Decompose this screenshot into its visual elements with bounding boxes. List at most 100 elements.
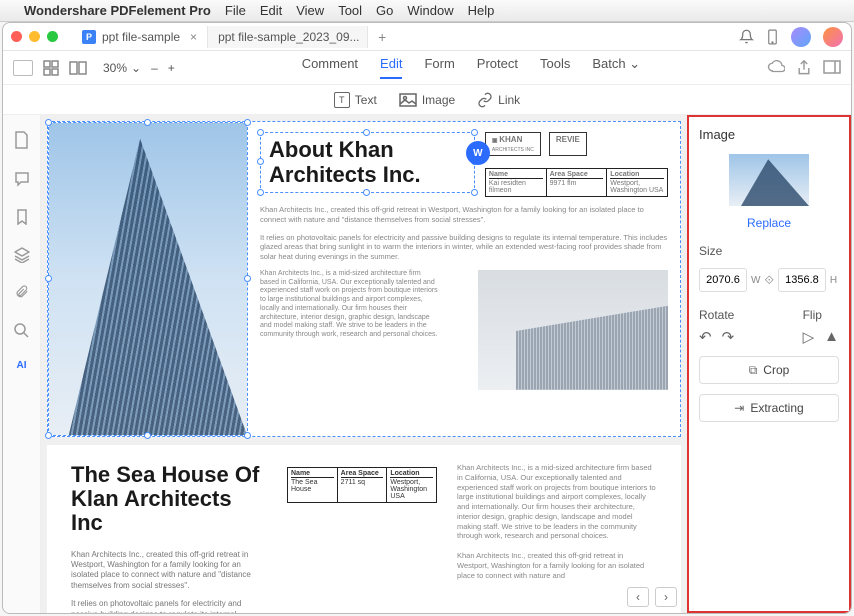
info-table-2: NameThe Sea House Area Space2711 sq Loca… [287,467,437,503]
edit-text-button[interactable]: TText [334,92,377,108]
small-text-1: Khan Architects Inc., is a mid-sized arc… [260,270,440,340]
chevron-down-icon[interactable]: ⌄ [131,61,141,75]
prev-page-button[interactable]: ‹ [627,587,649,607]
app-window: P ppt file-sample × ppt file-sample_2023… [2,22,852,614]
bell-icon[interactable] [739,29,754,44]
rotate-label: Rotate [699,308,734,322]
avatar-1[interactable] [791,27,811,47]
selected-image[interactable] [48,122,248,436]
file-icon: P [82,30,96,44]
tab-file-1[interactable]: P ppt file-sample × [72,26,208,48]
traffic-lights [11,31,58,42]
main-toolbar: 30% ⌄ – + Comment Edit Form Protect Tool… [3,51,851,85]
replace-image-button[interactable]: Replace [699,216,839,230]
link-ratio-icon[interactable]: ⟐ [764,273,773,288]
next-page-button[interactable]: › [655,587,677,607]
minimize-window-button[interactable] [29,31,40,42]
crop-button[interactable]: ⧉Crop [699,356,839,384]
tab-tools[interactable]: Tools [540,56,570,79]
resize-handle-w[interactable] [45,275,52,282]
title-text-box[interactable]: About KhanArchitects Inc. W [260,132,475,193]
resize-handle-n[interactable] [363,129,370,136]
menu-edit[interactable]: Edit [260,3,282,18]
bookmark-icon[interactable] [16,209,28,225]
page-icon[interactable] [14,131,29,149]
layers-icon[interactable] [14,247,30,263]
attachment-icon[interactable] [15,285,29,301]
tab-edit[interactable]: Edit [380,56,402,79]
titlebar-right [739,27,843,47]
tab-batch[interactable]: Batch ⌄ [592,56,640,79]
height-input[interactable] [778,268,826,292]
panel-title: Image [699,127,839,142]
panel-toggle-icon[interactable] [823,60,841,76]
maximize-window-button[interactable] [47,31,58,42]
page-nav: ‹ › [627,587,677,607]
image-properties-panel: Image Replace Size W ⟐ H Rotate ↶ ↷ [687,115,851,613]
resize-handle-s[interactable] [144,432,151,439]
menu-help[interactable]: Help [468,3,495,18]
resize-handle-nw[interactable] [45,119,52,126]
resize-handle-w[interactable] [257,158,264,165]
layout-icon[interactable] [69,61,87,75]
search-icon[interactable] [14,323,29,338]
paragraph-2: It relies on photovoltaic panels for ele… [260,233,668,262]
extract-icon: ⇥ [734,401,744,415]
thumbnails-icon[interactable] [43,60,59,76]
resize-handle-e[interactable] [244,275,251,282]
share-icon[interactable] [797,60,811,76]
menu-go[interactable]: Go [376,3,393,18]
menu-file[interactable]: File [225,3,246,18]
paragraph-1: Khan Architects Inc., created this off-g… [260,205,668,225]
resize-handle-sw[interactable] [257,189,264,196]
document-tabs: P ppt file-sample × ppt file-sample_2023… [72,25,739,49]
menu-view[interactable]: View [296,3,324,18]
flip-horizontal-icon[interactable]: ▷ [803,328,815,346]
resize-handle-n[interactable] [144,119,151,126]
page2-title: The Sea House Of Klan Architects Inc [71,463,267,536]
resize-handle-ne[interactable] [471,129,478,136]
edit-link-button[interactable]: Link [477,92,520,108]
edit-image-button[interactable]: Image [399,93,455,107]
tab-comment[interactable]: Comment [302,56,358,79]
app-name[interactable]: Wondershare PDFelement Pro [24,3,211,18]
avatar-2[interactable] [823,27,843,47]
tab-label: ppt file-sample_2023_09... [218,30,359,44]
sidebar-toggle-icon[interactable] [13,60,33,76]
zoom-control: 30% ⌄ – + [103,61,175,75]
menu-window[interactable]: Window [407,3,453,18]
comment-icon[interactable] [14,171,30,187]
height-unit: H [830,275,837,286]
resize-handle-sw[interactable] [45,432,52,439]
close-window-button[interactable] [11,31,22,42]
menu-tool[interactable]: Tool [338,3,362,18]
ai-button[interactable]: AI [17,360,27,371]
image-thumbnail [729,154,809,206]
rotate-cw-icon[interactable]: ↷ [722,328,735,346]
document-canvas[interactable]: About KhanArchitects Inc. W [41,115,687,613]
flip-vertical-icon[interactable]: ▲ [824,328,839,346]
header-logos: ▣ KHANARCHITECTS INC REVIE NameKai resid… [485,132,668,197]
tab-protect[interactable]: Protect [477,56,518,79]
tab-file-2[interactable]: ppt file-sample_2023_09... × [208,26,368,48]
word-badge-icon[interactable]: W [466,141,490,165]
add-tab-button[interactable]: + [368,25,396,49]
extract-button[interactable]: ⇥Extracting [699,394,839,422]
resize-handle-se[interactable] [471,189,478,196]
phone-icon[interactable] [766,29,779,45]
resize-handle-s[interactable] [363,189,370,196]
resize-handle-se[interactable] [244,432,251,439]
zoom-out-button[interactable]: – [151,61,158,75]
khan-logo: ▣ KHANARCHITECTS INC [485,132,541,156]
zoom-in-button[interactable]: + [168,61,175,75]
width-input[interactable] [699,268,747,292]
crop-icon: ⧉ [749,363,758,378]
link-icon [477,92,493,108]
resize-handle-ne[interactable] [244,119,251,126]
resize-handle-nw[interactable] [257,129,264,136]
zoom-value[interactable]: 30% [103,61,127,75]
rotate-ccw-icon[interactable]: ↶ [699,328,712,346]
cloud-icon[interactable] [767,60,785,76]
tab-form[interactable]: Form [424,56,454,79]
close-tab-icon[interactable]: × [190,30,197,44]
